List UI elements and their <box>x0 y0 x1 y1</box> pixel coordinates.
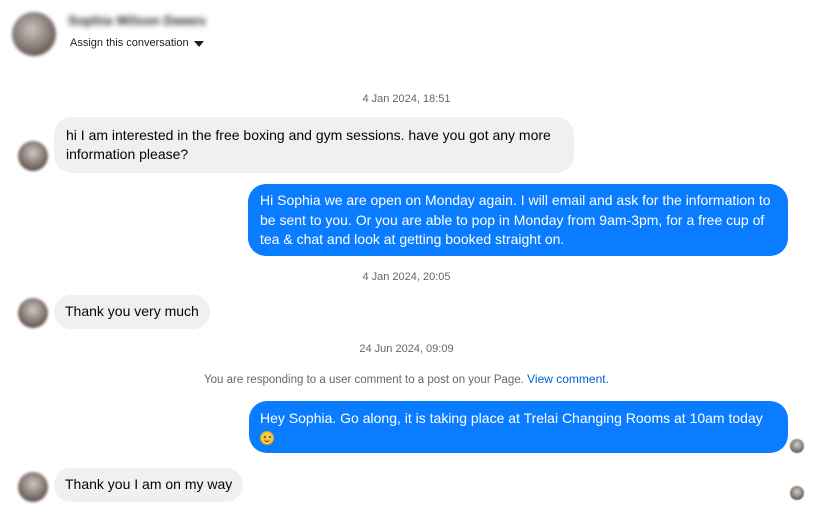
outgoing-message[interactable]: Hey Sophia. Go along, it is taking place… <box>249 401 788 453</box>
seen-avatar-icon <box>790 439 804 453</box>
sender-avatar <box>18 298 48 328</box>
comment-reply-notice: You are responding to a user comment to … <box>0 372 813 386</box>
assign-conversation-dropdown[interactable]: Assign this conversation <box>70 37 204 49</box>
incoming-message[interactable]: Thank you very much <box>54 295 210 329</box>
sender-avatar <box>18 472 48 502</box>
contact-name[interactable]: Sophia Wilson Dawes <box>68 13 206 28</box>
contact-avatar[interactable] <box>12 12 56 56</box>
conversation-header: Sophia Wilson Dawes Assign this conversa… <box>0 0 813 70</box>
sender-avatar <box>18 141 48 171</box>
message-text: Thank you I am on my way <box>65 476 233 492</box>
message-timestamp: 4 Jan 2024, 18:51 <box>362 93 451 105</box>
view-comment-link[interactable]: View comment. <box>527 372 609 386</box>
message-timestamp: 24 Jun 2024, 09:09 <box>359 343 454 355</box>
message-text: Hi Sophia we are open on Monday again. I… <box>260 192 771 247</box>
message-text: Hey Sophia. Go along, it is taking place… <box>260 410 763 426</box>
notice-text: You are responding to a user comment to … <box>204 374 524 386</box>
caret-down-icon <box>193 40 204 47</box>
message-text: hi I am interested in the free boxing an… <box>66 127 551 162</box>
outgoing-message[interactable]: Hi Sophia we are open on Monday again. I… <box>248 184 788 256</box>
message-text: Thank you very much <box>65 303 199 319</box>
incoming-message[interactable]: Thank you I am on my way <box>54 468 244 502</box>
seen-avatar-icon <box>790 486 804 500</box>
incoming-message[interactable]: hi I am interested in the free boxing an… <box>54 117 574 173</box>
message-timestamp: 4 Jan 2024, 20:05 <box>362 271 451 283</box>
assign-conversation-label: Assign this conversation <box>70 37 189 49</box>
slightly-smiling-face-icon <box>260 430 274 445</box>
